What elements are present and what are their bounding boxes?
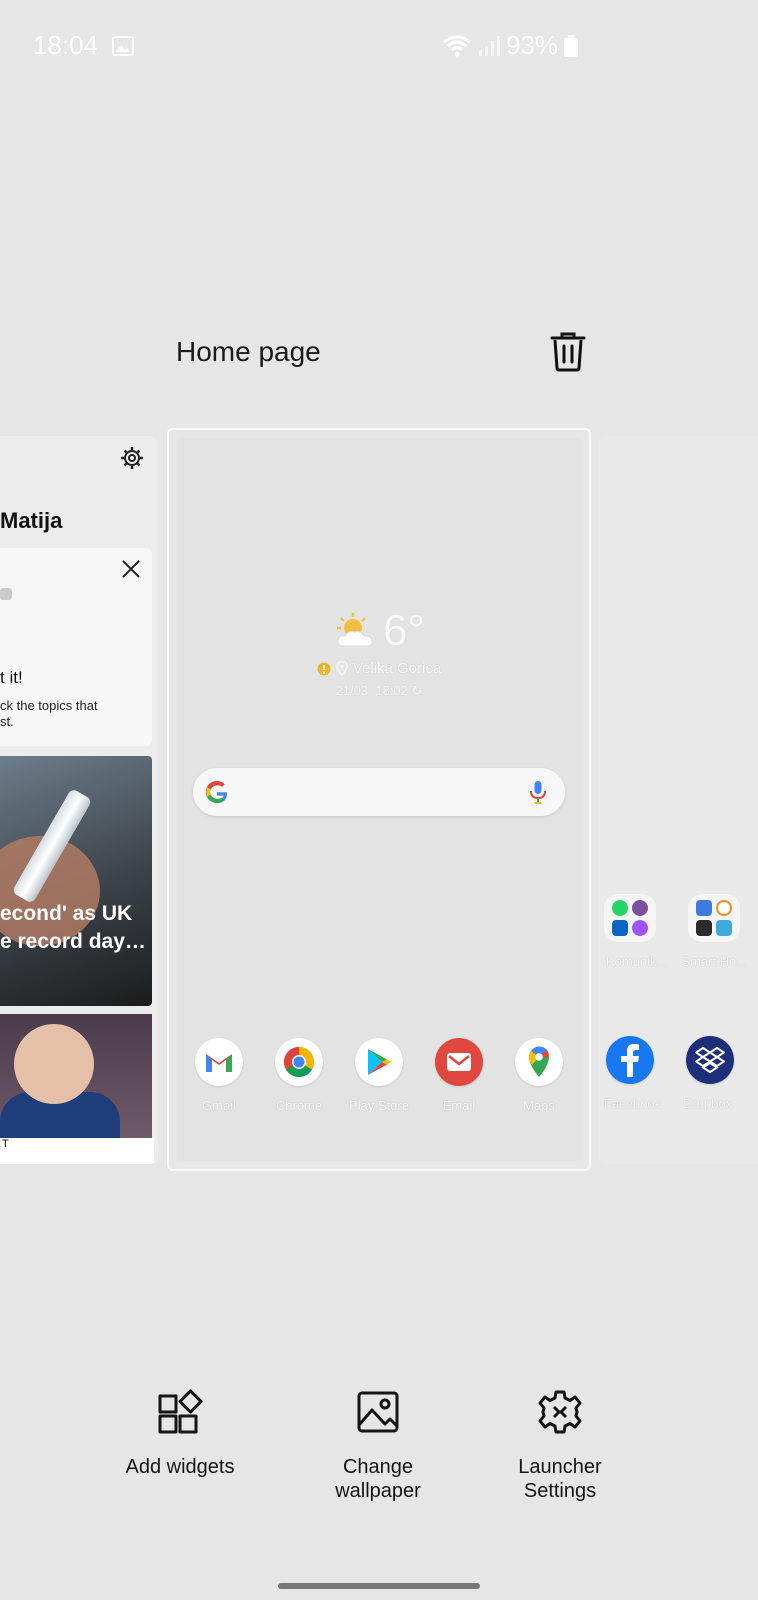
tool-label-line1: Launcher <box>518 1456 602 1478</box>
app-label: Chrome <box>275 1098 323 1113</box>
maps-icon <box>529 1046 549 1077</box>
app-label: Facebook <box>604 1096 662 1111</box>
folder-komunikacija[interactable] <box>604 894 656 942</box>
dropbox-icon <box>695 1046 725 1074</box>
weather-updated-time: 21/03, 18:02 <box>335 683 408 698</box>
image-icon <box>112 36 134 56</box>
app-gmail[interactable]: Gmail <box>189 1038 249 1113</box>
location-pin-icon <box>336 661 348 676</box>
app-label: Gmail <box>202 1098 236 1113</box>
card-heading: t it! <box>0 668 23 687</box>
email-icon <box>447 1053 471 1071</box>
refresh-icon[interactable]: ↻ <box>412 683 423 698</box>
tool-label: Add widgets <box>125 1456 235 1478</box>
app-label: Play Store <box>349 1098 409 1113</box>
partly-sunny-icon <box>336 613 373 647</box>
app-chrome[interactable]: Chrome <box>269 1038 329 1113</box>
news-card-footer: T <box>0 1138 154 1164</box>
app-facebook[interactable] <box>606 1036 654 1084</box>
app-play-store[interactable]: Play Store <box>349 1038 409 1113</box>
app-dock: Gmail Chrome Play Store Email Maps <box>189 1038 569 1113</box>
home-page-preview[interactable]: 6° Velika Gorica 21/03, 18:02 ↻ Gmail Ch… <box>167 428 591 1171</box>
play-store-icon <box>368 1049 392 1075</box>
smart-home-icon <box>696 900 712 916</box>
page-header: Home page <box>176 330 588 376</box>
app-label: Dropbox <box>683 1096 733 1111</box>
app-label: Maps <box>523 1098 555 1113</box>
status-time: 18:04 <box>33 30 99 60</box>
widgets-icon <box>158 1389 203 1434</box>
battery-percent: 93% <box>505 30 558 60</box>
battery-icon <box>564 34 578 57</box>
page-title: Home page <box>176 336 321 367</box>
news-image-person <box>14 1024 94 1104</box>
folder-label: Komunik... <box>606 954 668 969</box>
gesture-nav-handle[interactable] <box>278 1583 480 1589</box>
status-bar: 18:04 93% <box>0 0 758 92</box>
camera-app-icon <box>696 920 712 936</box>
warning-icon <box>317 662 331 675</box>
card-mini-icon <box>0 588 12 600</box>
app-label: Email <box>442 1098 476 1113</box>
card-text-line1: ck the topics that <box>0 698 98 713</box>
facebook-icon <box>621 1044 639 1077</box>
tool-label-line1: Change <box>342 1456 414 1478</box>
app-maps[interactable]: Maps <box>509 1038 569 1113</box>
chrome-icon <box>283 1047 315 1078</box>
device-app-icon <box>716 920 732 936</box>
home-app-icon <box>716 900 732 916</box>
folder-smart-home[interactable] <box>688 894 740 942</box>
whatsapp-icon <box>612 900 628 916</box>
app-dropbox[interactable] <box>686 1036 734 1084</box>
trash-icon[interactable] <box>548 330 588 372</box>
weather-widget[interactable]: 6° Velika Gorica 21/03, 18:02 ↻ <box>177 606 581 699</box>
add-widgets-button[interactable]: Add widgets <box>120 1388 240 1479</box>
gear-icon[interactable] <box>120 446 144 470</box>
left-page-preview[interactable]: Matija t it! ck the topics that st. econ… <box>0 436 158 1164</box>
google-logo-icon <box>205 781 228 804</box>
linkedin-icon <box>612 920 628 936</box>
news-headline-line1: econd' as UK <box>0 902 133 925</box>
google-search-bar[interactable] <box>193 768 565 816</box>
news-headline-line2: e record day… <box>0 930 146 953</box>
weather-temperature: 6° <box>382 606 426 655</box>
right-page-preview[interactable]: Komunik... Smart Ho... Facebook Dropbox <box>598 436 758 1164</box>
news-card[interactable]: econd' as UK e record day… <box>0 756 152 1006</box>
viber-icon <box>632 900 648 916</box>
launcher-settings-button[interactable]: Launcher Settings <box>500 1388 620 1503</box>
folder-label: Smart Ho... <box>681 954 748 969</box>
weather-location: Velika Gorica <box>352 660 442 677</box>
microphone-icon[interactable] <box>529 780 547 804</box>
close-icon[interactable] <box>120 558 142 580</box>
tool-label-line2: wallpaper <box>335 1480 421 1502</box>
tool-label-line2: Settings <box>523 1480 597 1502</box>
topics-card[interactable]: t it! ck the topics that st. <box>0 548 152 746</box>
greeting-title: Matija <box>0 508 63 533</box>
gear-icon <box>538 1390 582 1434</box>
news-card[interactable] <box>0 1014 152 1138</box>
wallpaper-icon <box>357 1391 399 1433</box>
edit-mode-toolbar: Add widgets Change wallpaper Launcher Se… <box>0 1388 758 1508</box>
signal-icon <box>478 35 500 56</box>
app-email[interactable]: Email <box>429 1038 489 1113</box>
wifi-icon <box>443 35 471 56</box>
messenger-icon <box>632 920 648 936</box>
gmail-icon <box>206 1054 232 1072</box>
change-wallpaper-button[interactable]: Change wallpaper <box>318 1388 438 1503</box>
card-text-line2: st. <box>0 714 14 729</box>
